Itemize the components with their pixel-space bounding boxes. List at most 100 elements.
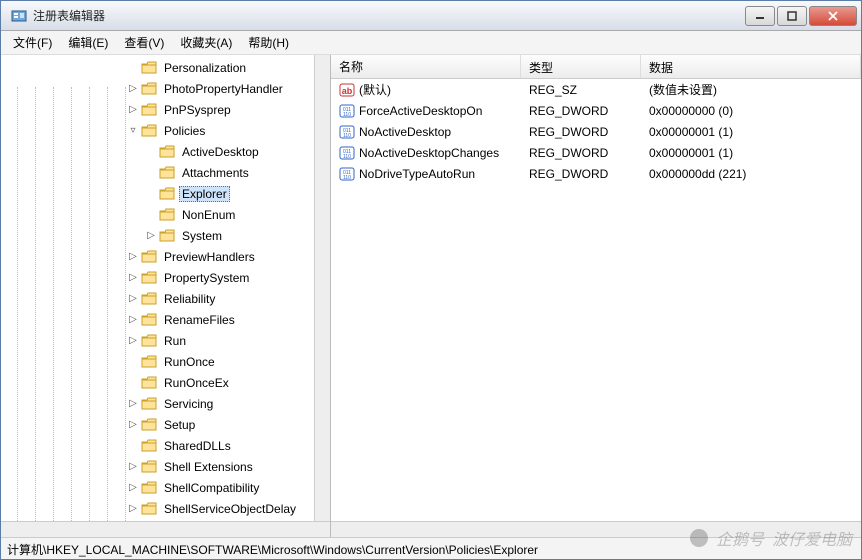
expand-toggle[interactable]: ▷ [127, 503, 139, 515]
menu-edit[interactable]: 编辑(E) [60, 32, 116, 53]
tree-item[interactable]: Attachments [1, 162, 314, 183]
registry-tree[interactable]: Personalization ▷ PhotoPropertyHandler ▷PnP… [1, 55, 314, 521]
value-row[interactable]: 011110NoActiveDesktopREG_DWORD0x00000001… [331, 121, 861, 142]
registry-editor-window: 注册表编辑器 文件(F) 编辑(E) 查看(V) 收藏夹(A) 帮助(H) Pe… [0, 0, 862, 560]
status-path: 计算机\HKEY_LOCAL_MACHINE\SOFTWARE\Microsof… [7, 543, 538, 557]
tree-item-label: Personalization [161, 61, 249, 75]
tree-item[interactable]: Personalization [1, 57, 314, 78]
expand-toggle[interactable]: ▷ [127, 272, 139, 284]
value-row[interactable]: 011110NoActiveDesktopChangesREG_DWORD0x0… [331, 142, 861, 163]
svg-text:110: 110 [343, 133, 351, 139]
tree-item[interactable]: ▷Shell Extensions [1, 456, 314, 477]
minimize-icon [755, 11, 765, 21]
tree-item-label: SharedDLLs [161, 439, 234, 453]
tree-item-label: PhotoPropertyHandler [161, 82, 286, 96]
value-row[interactable]: ab(默认)REG_SZ(数值未设置) [331, 79, 861, 100]
tree-item[interactable]: ▷ShellCompatibility [1, 477, 314, 498]
value-name: NoActiveDesktopChanges [359, 146, 499, 160]
menu-favorites[interactable]: 收藏夹(A) [172, 32, 240, 53]
tree-horizontal-scrollbar[interactable] [1, 521, 330, 537]
maximize-icon [787, 11, 797, 21]
expand-toggle [145, 188, 157, 200]
values-panel: 名称 类型 数据 ab(默认)REG_SZ(数值未设置)011110ForceA… [331, 55, 861, 537]
tree-item[interactable]: ActiveDesktop [1, 141, 314, 162]
tree-item-label: PreviewHandlers [161, 250, 258, 264]
tree-item-label: Setup [161, 418, 198, 432]
expand-toggle[interactable]: ▷ [127, 482, 139, 494]
expand-toggle[interactable]: ▷ [127, 398, 139, 410]
folder-icon [159, 208, 175, 222]
tree-item-label: Run [161, 334, 189, 348]
expand-toggle[interactable]: ▷ [127, 335, 139, 347]
minimize-button[interactable] [745, 6, 775, 26]
tree-item[interactable]: Explorer [1, 183, 314, 204]
expand-toggle[interactable]: ▿ [127, 125, 139, 137]
tree-item[interactable]: ▷Servicing [1, 393, 314, 414]
folder-icon [141, 397, 157, 411]
dword-value-icon: 011110 [339, 124, 355, 140]
tree-item[interactable]: ▷System [1, 225, 314, 246]
expand-toggle[interactable]: ▷ [127, 293, 139, 305]
close-button[interactable] [809, 6, 857, 26]
value-row[interactable]: 011110NoDriveTypeAutoRunREG_DWORD0x00000… [331, 163, 861, 184]
tree-item[interactable]: ▷RenameFiles [1, 309, 314, 330]
expand-toggle[interactable]: ▷ [145, 230, 157, 242]
values-header: 名称 类型 数据 [331, 55, 861, 79]
column-header-type[interactable]: 类型 [521, 55, 641, 78]
tree-item-label: Attachments [179, 166, 252, 180]
menu-file[interactable]: 文件(F) [5, 32, 60, 53]
value-name: ForceActiveDesktopOn [359, 104, 482, 118]
expand-toggle[interactable]: ▷ [127, 314, 139, 326]
folder-icon [159, 145, 175, 159]
folder-icon [141, 250, 157, 264]
dword-value-icon: 011110 [339, 145, 355, 161]
tree-item[interactable]: ▷ Setup [1, 414, 314, 435]
folder-icon [141, 292, 157, 306]
menubar: 文件(F) 编辑(E) 查看(V) 收藏夹(A) 帮助(H) [1, 31, 861, 55]
value-name: (默认) [359, 81, 391, 98]
folder-icon [141, 355, 157, 369]
tree-item[interactable]: ▷ Run [1, 330, 314, 351]
expand-toggle[interactable]: ▷ [127, 251, 139, 263]
folder-icon [141, 376, 157, 390]
tree-item[interactable]: RunOnceEx [1, 372, 314, 393]
value-data: 0x00000001 (1) [641, 125, 861, 139]
folder-icon [141, 271, 157, 285]
tree-item[interactable]: ▿Policies [1, 120, 314, 141]
tree-item[interactable]: ▷ PreviewHandlers [1, 246, 314, 267]
expand-toggle[interactable]: ▷ [127, 461, 139, 473]
tree-item[interactable]: ▷ PhotoPropertyHandler [1, 78, 314, 99]
column-header-data[interactable]: 数据 [641, 55, 861, 78]
tree-item[interactable]: ▷ ShellServiceObjectDelay [1, 498, 314, 519]
tree-item[interactable]: ▷PropertySystem [1, 267, 314, 288]
values-list[interactable]: ab(默认)REG_SZ(数值未设置)011110ForceActiveDesk… [331, 79, 861, 184]
folder-icon [141, 502, 157, 516]
tree-item[interactable]: SharedDLLs [1, 435, 314, 456]
menu-help[interactable]: 帮助(H) [240, 32, 297, 53]
column-header-name[interactable]: 名称 [331, 55, 521, 78]
tree-item[interactable]: RunOnce [1, 351, 314, 372]
folder-icon [141, 418, 157, 432]
expand-toggle[interactable]: ▷ [127, 83, 139, 95]
tree-item[interactable]: ▷PnPSysprep [1, 99, 314, 120]
expand-toggle[interactable]: ▷ [127, 104, 139, 116]
value-type: REG_SZ [521, 83, 641, 97]
values-horizontal-scrollbar[interactable] [331, 521, 861, 537]
value-data: (数值未设置) [641, 81, 861, 98]
tree-item-label: RunOnce [161, 355, 218, 369]
svg-text:110: 110 [343, 175, 351, 181]
expand-toggle [145, 209, 157, 221]
value-row[interactable]: 011110ForceActiveDesktopOnREG_DWORD0x000… [331, 100, 861, 121]
window-title: 注册表编辑器 [33, 7, 743, 24]
titlebar[interactable]: 注册表编辑器 [1, 1, 861, 31]
maximize-button[interactable] [777, 6, 807, 26]
folder-icon [141, 61, 157, 75]
svg-text:110: 110 [343, 154, 351, 160]
tree-item-label: ShellServiceObjectDelay [161, 502, 299, 516]
folder-icon [141, 439, 157, 453]
tree-vertical-scrollbar[interactable] [314, 55, 330, 521]
expand-toggle[interactable]: ▷ [127, 419, 139, 431]
tree-item[interactable]: NonEnum [1, 204, 314, 225]
menu-view[interactable]: 查看(V) [116, 32, 172, 53]
tree-item[interactable]: ▷Reliability [1, 288, 314, 309]
